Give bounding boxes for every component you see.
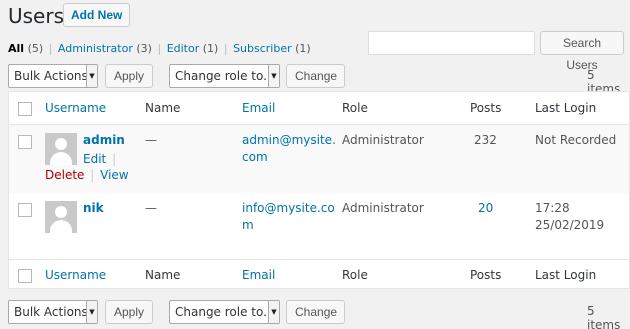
users-table: Username Name Email Role Posts Last Logi… [8,91,630,289]
last-login-line1: 17:28 [535,201,570,215]
search-users-button[interactable]: Search Users [540,31,624,72]
select-all-checkbox[interactable] [18,102,32,116]
table-row: nik — info@mysite.co m Administrator 20 … [9,193,629,259]
email-link-line1[interactable]: info@mysite.co [242,200,335,217]
column-username[interactable]: Username [45,101,106,115]
search-input[interactable] [368,31,535,55]
column-name-footer: Name [145,268,181,282]
action-separator: | [112,152,117,166]
bulk-actions-select-bottom[interactable]: Bulk Actions ▼ [8,300,98,324]
add-new-button[interactable]: Add New [63,3,131,27]
select-all-checkbox-footer[interactable] [18,269,32,283]
filter-subscriber-count: (1) [295,42,311,55]
column-email[interactable]: Email [242,101,275,115]
last-login-line2: 25/02/2019 [535,218,605,232]
filter-editor-count: (1) [202,42,219,55]
action-separator: | [90,168,95,182]
bulk-actions-value: Bulk Actions [14,69,88,83]
email-cell: admin@mysite. com [242,132,336,166]
divider [9,259,629,260]
delete-link[interactable]: Delete [45,168,84,182]
filter-subscriber[interactable]: Subscriber [233,42,292,55]
apply-button-bottom[interactable]: Apply [105,300,153,324]
row-checkbox[interactable] [18,135,32,149]
name-cell: — [145,133,157,147]
change-role-value: Change role to... [175,305,275,319]
dropdown-arrow-icon: ▼ [268,65,279,87]
change-role-button[interactable]: Change [286,64,345,88]
page-title: Users [8,4,65,28]
change-role-value: Change role to... [175,69,275,83]
name-cell: — [145,201,157,215]
avatar [45,133,77,165]
email-link-line2[interactable]: com [242,149,336,166]
bulk-actions-select[interactable]: Bulk Actions ▼ [8,64,98,88]
bulk-actions-value: Bulk Actions [14,305,88,319]
column-last-login: Last Login [535,101,597,115]
posts-count-link[interactable]: 20 [478,200,493,217]
filter-all[interactable]: All [8,42,24,55]
table-row: admin Edit | Delete | View — admin@mysit… [9,125,629,193]
email-cell: info@mysite.co m [242,200,335,234]
column-username-footer[interactable]: Username [45,268,106,282]
column-posts-footer: Posts [470,268,502,282]
column-email-footer[interactable]: Email [242,268,275,282]
role-cell: Administrator [342,201,424,215]
apply-button[interactable]: Apply [105,64,153,88]
row-checkbox[interactable] [18,203,32,217]
avatar [45,201,77,233]
change-role-select[interactable]: Change role to... ▼ [169,64,280,88]
column-role-footer: Role [342,268,368,282]
username-link[interactable]: admin [83,133,125,147]
user-role-filters: All (5) | Administrator (3) | Editor (1)… [8,42,311,55]
filter-administrator-count: (3) [136,42,152,55]
filter-administrator[interactable]: Administrator [58,42,133,55]
filter-all-count: (5) [27,42,44,55]
change-role-button-bottom[interactable]: Change [286,300,345,324]
row-actions-secondary: Delete | View [45,168,129,182]
role-cell: Administrator [342,133,424,147]
last-login-cell: 17:28 25/02/2019 [535,200,604,234]
filter-separator: | [157,42,162,55]
dropdown-arrow-icon: ▼ [86,65,97,87]
filter-separator: | [48,42,53,55]
email-link-line2[interactable]: m [242,217,335,234]
change-role-select-bottom[interactable]: Change role to... ▼ [169,300,280,324]
filter-editor[interactable]: Editor [167,42,200,55]
column-name: Name [145,101,181,115]
column-role: Role [342,101,368,115]
column-posts: Posts [470,101,502,115]
row-actions: Edit | [83,152,118,166]
email-link-line1[interactable]: admin@mysite. [242,132,336,149]
posts-count: 232 [474,133,497,147]
edit-link[interactable]: Edit [83,152,106,166]
last-login-line1: Not Recorded [535,133,617,147]
column-last-login-footer: Last Login [535,268,597,282]
items-count-bottom: 5 items [587,304,621,329]
username-link[interactable]: nik [83,201,104,215]
filter-separator: | [223,42,228,55]
view-link[interactable]: View [100,168,128,182]
dropdown-arrow-icon: ▼ [268,301,279,323]
dropdown-arrow-icon: ▼ [86,301,97,323]
last-login-cell: Not Recorded [535,132,616,149]
